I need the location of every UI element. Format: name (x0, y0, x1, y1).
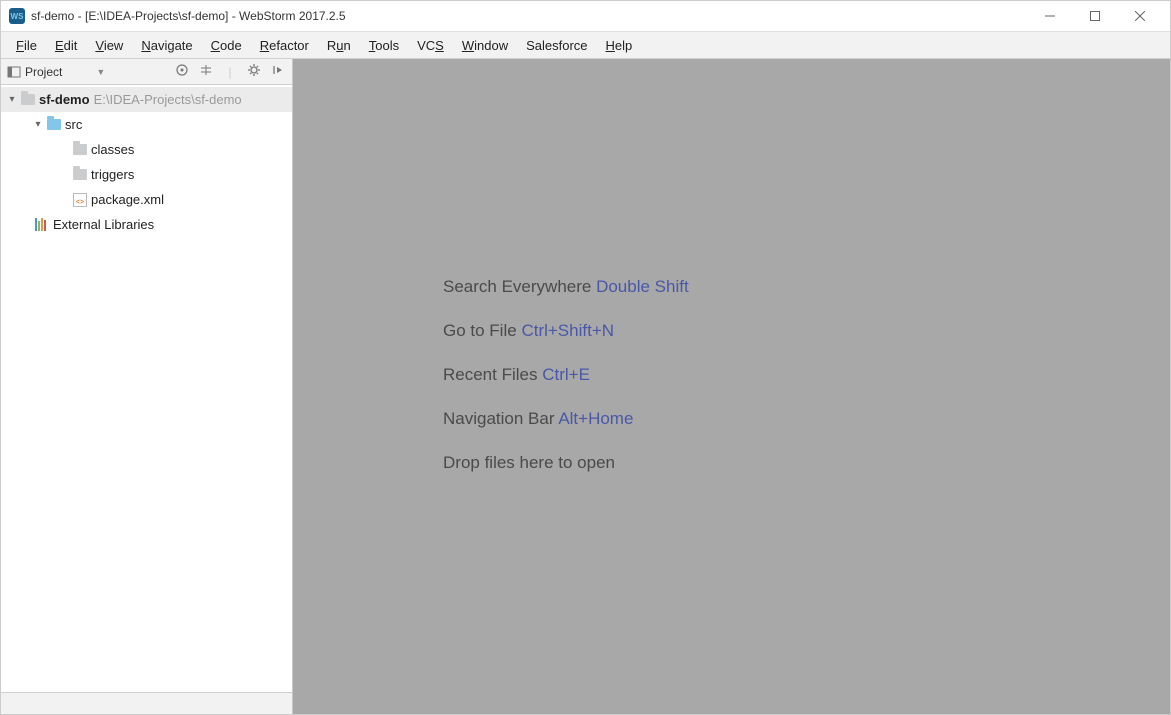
divider: | (222, 65, 238, 79)
project-tree[interactable]: ▾ sf-demo E:\IDEA-Projects\sf-demo ▾ src… (1, 85, 292, 692)
tree-node-label: package.xml (91, 192, 164, 207)
folder-icon (71, 169, 89, 180)
tip-label: Recent Files (443, 365, 537, 384)
tree-node-label: sf-demo (39, 92, 90, 107)
welcome-tips: Search Everywhere Double Shift Go to Fil… (443, 277, 689, 497)
menu-refactor[interactable]: Refactor (251, 35, 318, 56)
menu-vcs[interactable]: VCS (408, 35, 453, 56)
sidebar-footer (1, 692, 292, 714)
editor-area[interactable]: Search Everywhere Double Shift Go to Fil… (293, 59, 1170, 714)
tip-label: Search Everywhere (443, 277, 591, 296)
folder-icon (71, 144, 89, 155)
tree-node-classes[interactable]: classes (1, 137, 292, 162)
tree-node-src[interactable]: ▾ src (1, 112, 292, 137)
content: Project ▼ | ▾ (1, 59, 1170, 714)
tree-root[interactable]: ▾ sf-demo E:\IDEA-Projects\sf-demo (1, 87, 292, 112)
sidebar-header: Project ▼ | (1, 59, 292, 85)
tip-shortcut: Ctrl+E (542, 365, 590, 384)
folder-icon (19, 94, 37, 105)
tip-label: Go to File (443, 321, 517, 340)
tip-shortcut: Double Shift (596, 277, 689, 296)
gear-icon[interactable] (246, 63, 262, 80)
titlebar: WS sf-demo - [E:\IDEA-Projects\sf-demo] … (1, 1, 1170, 32)
sidebar-title[interactable]: Project (25, 65, 62, 79)
tree-node-label: External Libraries (53, 217, 154, 232)
menu-salesforce[interactable]: Salesforce (517, 35, 596, 56)
tip-recent-files: Recent Files Ctrl+E (443, 365, 689, 385)
hide-icon[interactable] (270, 63, 286, 80)
tree-node-package[interactable]: <> package.xml (1, 187, 292, 212)
menu-code[interactable]: Code (202, 35, 251, 56)
window-title: sf-demo - [E:\IDEA-Projects\sf-demo] - W… (31, 9, 1027, 23)
menu-edit[interactable]: Edit (46, 35, 86, 56)
tree-node-label: src (65, 117, 82, 132)
tip-nav-bar: Navigation Bar Alt+Home (443, 409, 689, 429)
folder-icon (45, 119, 63, 130)
drop-hint: Drop files here to open (443, 453, 689, 473)
menu-window[interactable]: Window (453, 35, 517, 56)
xml-file-icon: <> (71, 193, 89, 207)
menu-tools[interactable]: Tools (360, 35, 408, 56)
tree-node-libraries[interactable]: External Libraries (1, 212, 292, 237)
project-sidebar: Project ▼ | ▾ (1, 59, 293, 714)
menu-run[interactable]: Run (318, 35, 360, 56)
tree-node-path: E:\IDEA-Projects\sf-demo (94, 92, 242, 107)
chevron-down-icon[interactable]: ▼ (96, 67, 105, 77)
libraries-icon (33, 218, 51, 231)
menu-view[interactable]: View (86, 35, 132, 56)
tree-node-label: classes (91, 142, 134, 157)
collapse-all-icon[interactable] (198, 63, 214, 80)
tip-search-everywhere: Search Everywhere Double Shift (443, 277, 689, 297)
tip-goto-file: Go to File Ctrl+Shift+N (443, 321, 689, 341)
minimize-button[interactable] (1027, 2, 1072, 31)
app-icon: WS (9, 8, 25, 24)
tip-shortcut: Alt+Home (558, 409, 633, 428)
project-view-icon[interactable] (7, 65, 21, 79)
tree-node-label: triggers (91, 167, 134, 182)
chevron-down-icon[interactable]: ▾ (31, 119, 45, 130)
menubar: FileEditViewNavigateCodeRefactorRunTools… (1, 32, 1170, 59)
close-button[interactable] (1117, 2, 1162, 31)
tree-node-triggers[interactable]: triggers (1, 162, 292, 187)
scroll-from-source-icon[interactable] (174, 63, 190, 80)
chevron-down-icon[interactable]: ▾ (5, 94, 19, 105)
window-controls (1027, 2, 1162, 31)
tip-shortcut: Ctrl+Shift+N (521, 321, 614, 340)
maximize-button[interactable] (1072, 2, 1117, 31)
menu-help[interactable]: Help (597, 35, 642, 56)
menu-navigate[interactable]: Navigate (132, 35, 201, 56)
tip-label: Navigation Bar (443, 409, 555, 428)
menu-file[interactable]: File (7, 35, 46, 56)
